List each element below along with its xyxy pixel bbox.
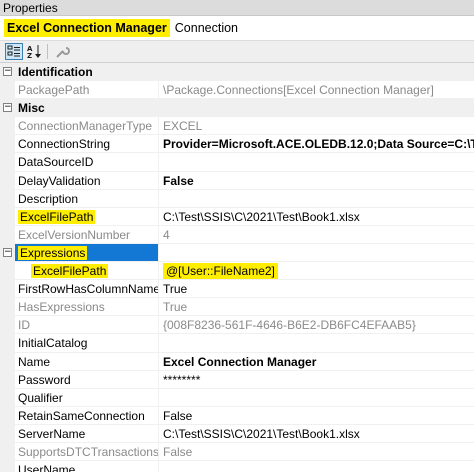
property-name: PackagePath [15, 81, 159, 100]
property-name: DataSourceID [15, 153, 159, 172]
property-value[interactable]: EXCEL [159, 117, 474, 136]
property-row-expressions[interactable]: − Expressions [0, 243, 474, 263]
property-name: Description [15, 189, 159, 208]
property-row-supports-dtc-transactions[interactable]: SupportsDTCTransactions False [0, 442, 474, 462]
property-value[interactable] [159, 389, 474, 407]
property-value[interactable] [159, 334, 474, 353]
property-name: ServerName [15, 424, 159, 443]
collapse-icon[interactable]: − [3, 103, 12, 113]
property-row-password[interactable]: Password ******** [0, 370, 474, 389]
wrench-icon[interactable] [53, 43, 71, 60]
property-value[interactable] [159, 153, 474, 172]
property-row-retain-same-connection[interactable]: RetainSameConnection False [0, 406, 474, 425]
object-name: Excel Connection Manager [4, 19, 170, 37]
property-row-initial-catalog[interactable]: InitialCatalog [0, 334, 474, 353]
property-name: ExcelFilePath [31, 264, 109, 279]
property-name: Qualifier [15, 388, 159, 407]
property-value[interactable]: Provider=Microsoft.ACE.OLEDB.12.0;Data S… [159, 135, 474, 154]
property-row-server-name[interactable]: ServerName C:\Test\SSIS\C\2021\Test\Book… [0, 424, 474, 443]
property-row-has-expressions[interactable]: HasExpressions True [0, 298, 474, 317]
property-row-connection-string[interactable]: ConnectionString Provider=Microsoft.ACE.… [0, 135, 474, 154]
category-identification[interactable]: − Identification [0, 63, 474, 82]
property-row-user-name[interactable]: UserName [0, 461, 474, 472]
properties-toolbar: A Z [0, 40, 474, 63]
property-value[interactable]: \Package.Connections[Excel Connection Ma… [159, 81, 474, 100]
property-name: ConnectionManagerType [15, 117, 159, 136]
svg-text:Z: Z [27, 52, 32, 60]
category-label: Misc [15, 99, 474, 118]
property-name: InitialCatalog [15, 334, 159, 353]
property-value[interactable]: C:\Test\SSIS\C\2021\Test\Book1.xlsx [159, 208, 474, 226]
property-value[interactable]: False [159, 407, 474, 425]
property-row-connection-manager-type[interactable]: ConnectionManagerType EXCEL [0, 117, 474, 136]
property-value[interactable] [159, 461, 474, 472]
property-row-description[interactable]: Description [0, 189, 474, 208]
property-row-expression-excel-file-path[interactable]: ExcelFilePath @[User::FileName2] [0, 262, 474, 281]
property-row-delay-validation[interactable]: DelayValidation False [0, 171, 474, 190]
property-value[interactable]: False [159, 443, 474, 462]
categorized-view-icon[interactable] [5, 43, 23, 60]
property-name: ConnectionString [15, 135, 159, 154]
property-name: Expressions [18, 245, 88, 260]
property-name: ExcelVersionNumber [15, 225, 159, 244]
alphabetical-sort-icon[interactable]: A Z [26, 43, 44, 60]
collapse-icon[interactable]: − [3, 67, 12, 76]
property-value[interactable] [159, 190, 474, 208]
window-title: Properties [0, 0, 474, 16]
category-label: Identification [15, 63, 474, 82]
toolbar-separator [47, 44, 48, 59]
property-row-excel-version-number[interactable]: ExcelVersionNumber 4 [0, 225, 474, 244]
property-row-excel-file-path[interactable]: ExcelFilePath C:\Test\SSIS\C\2021\Test\B… [0, 207, 474, 226]
property-row-data-source-id[interactable]: DataSourceID [0, 153, 474, 172]
object-selector[interactable]: Excel Connection Manager Connection [0, 16, 474, 40]
property-name: Name [15, 352, 159, 371]
property-name: Password [15, 370, 159, 389]
property-value[interactable]: {008F8236-561F-4646-B6E2-DB6FC4EFAAB5} [159, 316, 474, 335]
property-value[interactable]: C:\Test\SSIS\C\2021\Test\Book1.xlsx [159, 425, 474, 443]
property-row-first-row-has-column-name[interactable]: FirstRowHasColumnName True [0, 280, 474, 299]
property-name: FirstRowHasColumnName [15, 280, 159, 299]
property-name: ID [15, 316, 159, 335]
object-type: Connection [174, 21, 239, 35]
category-misc[interactable]: − Misc [0, 99, 474, 118]
property-value[interactable]: True [159, 280, 474, 299]
property-name: SupportsDTCTransactions [15, 442, 159, 462]
property-value[interactable]: ******** [159, 371, 474, 389]
property-value[interactable]: Excel Connection Manager [159, 353, 474, 371]
property-value: @[User::FileName2] [163, 263, 278, 280]
property-name: DelayValidation [15, 171, 159, 190]
property-row-id[interactable]: ID {008F8236-561F-4646-B6E2-DB6FC4EFAAB5… [0, 316, 474, 335]
property-name: UserName [15, 461, 159, 472]
property-value[interactable]: False [159, 172, 474, 190]
property-name: HasExpressions [15, 298, 159, 317]
property-name: RetainSameConnection [15, 406, 159, 425]
property-grid: − Identification PackagePath \Package.Co… [0, 63, 474, 472]
property-value[interactable] [159, 243, 474, 263]
property-row-name[interactable]: Name Excel Connection Manager [0, 352, 474, 371]
property-row-package-path[interactable]: PackagePath \Package.Connections[Excel C… [0, 81, 474, 100]
property-value[interactable]: 4 [159, 226, 474, 244]
collapse-icon[interactable]: − [3, 247, 12, 257]
property-row-qualifier[interactable]: Qualifier [0, 388, 474, 407]
property-name: ExcelFilePath [18, 209, 96, 224]
property-value[interactable]: True [159, 298, 474, 317]
